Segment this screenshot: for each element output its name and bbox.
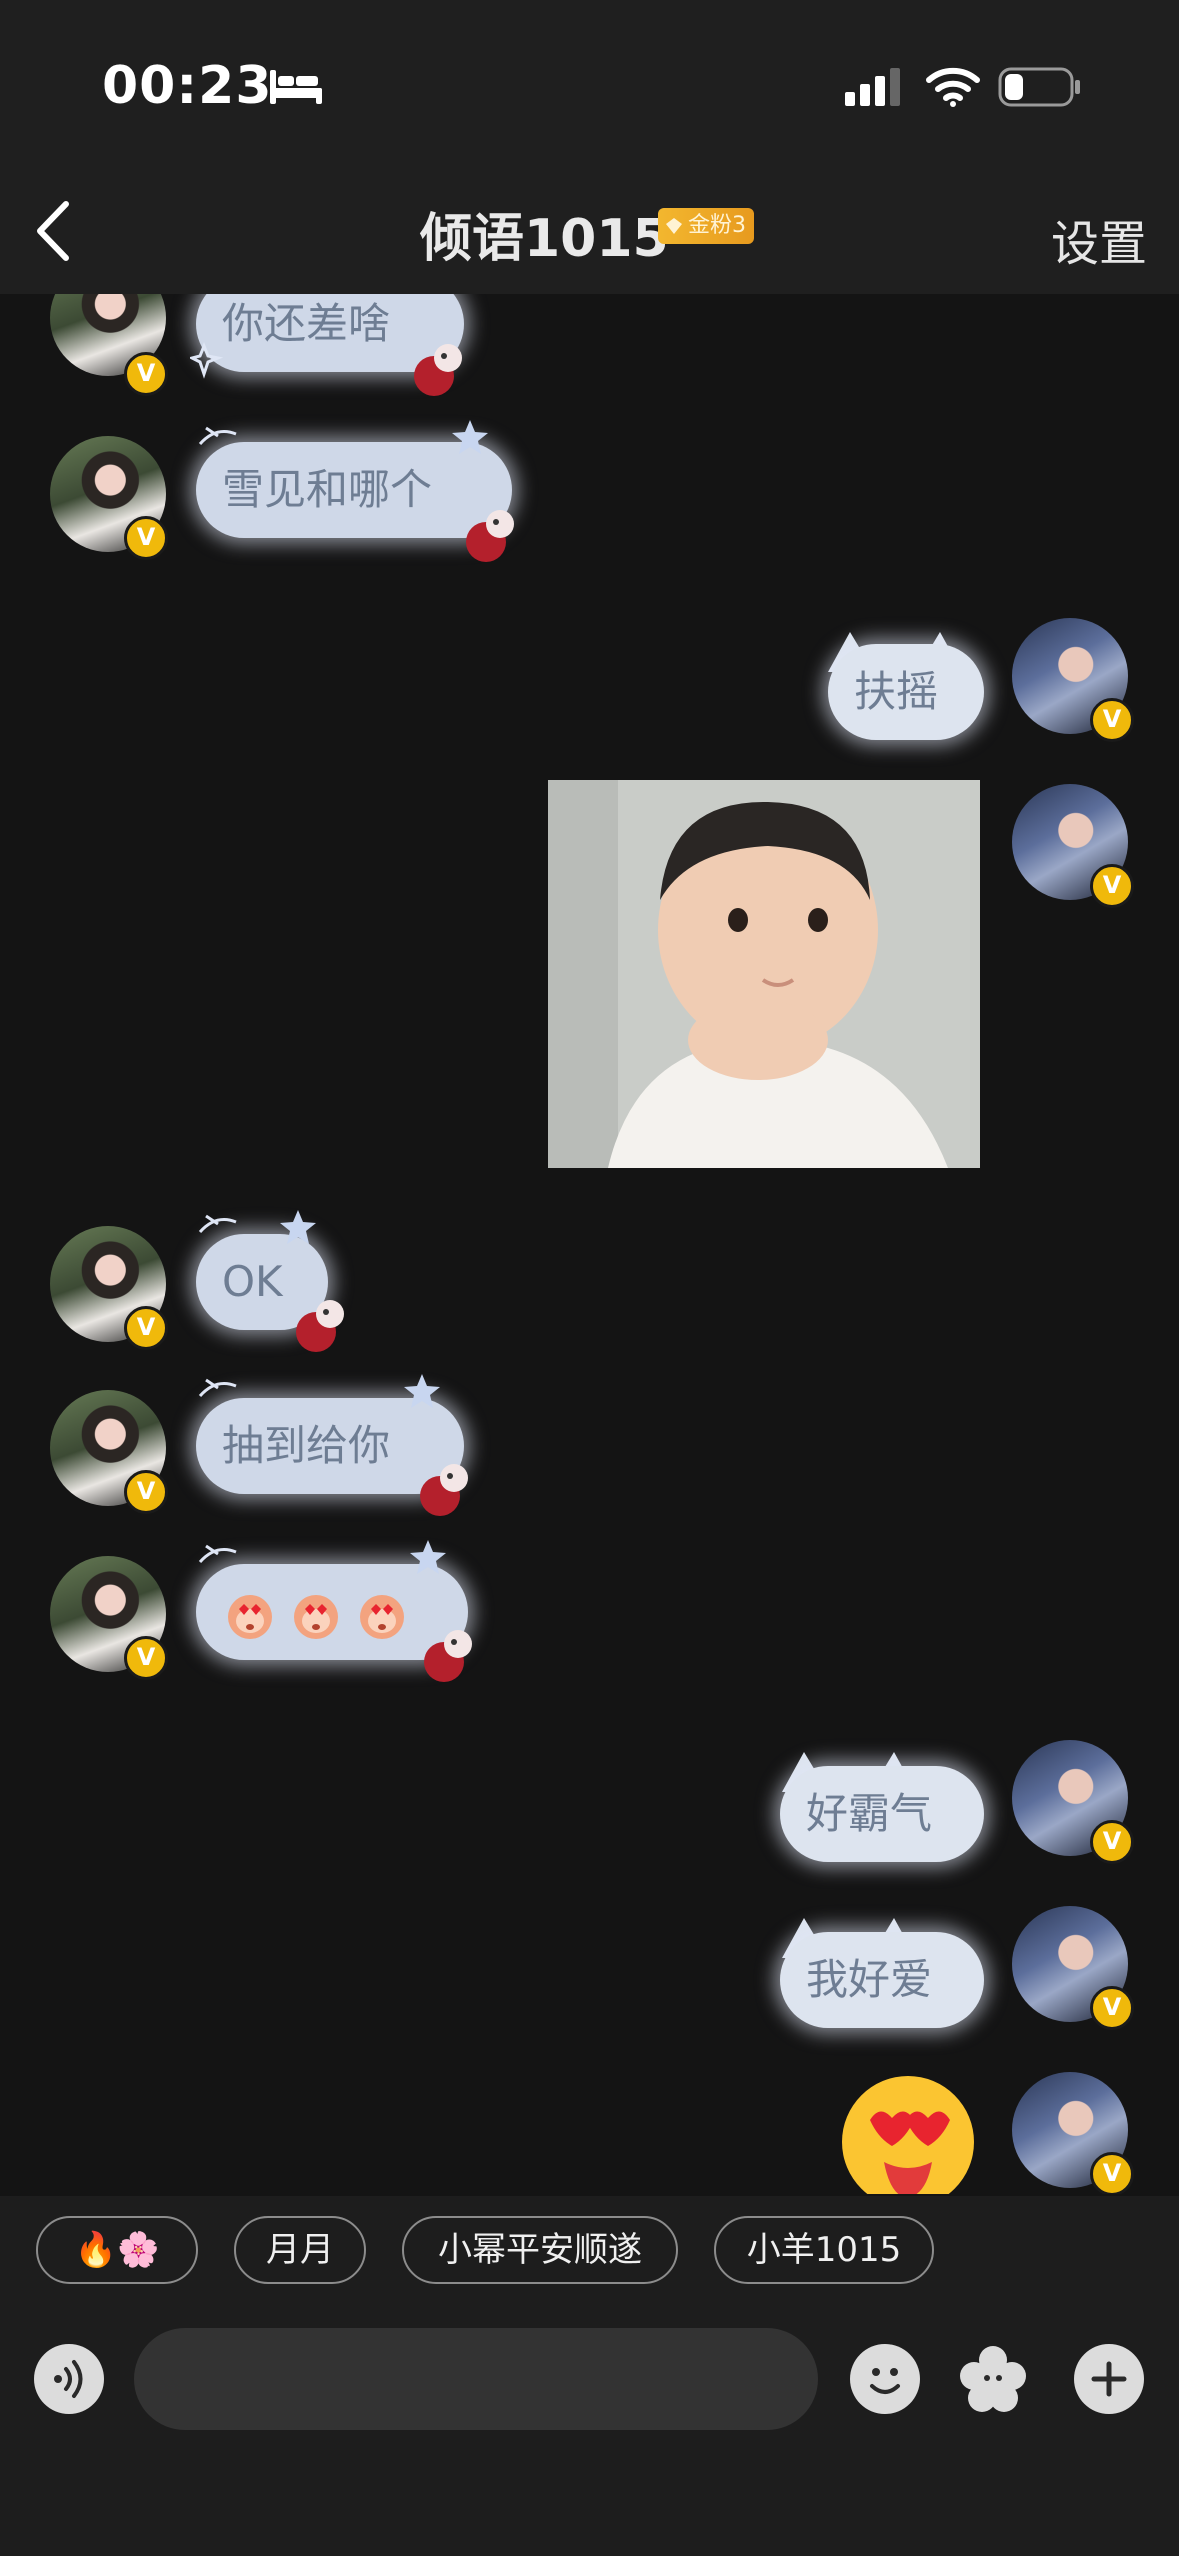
quick-reply-chip[interactable]: 月月 (234, 2216, 366, 2284)
apple-sticker-icon (296, 1300, 344, 1352)
quick-reply-chip[interactable]: 小羊1015 (714, 2216, 934, 2284)
verified-v-badge: V (1090, 864, 1134, 908)
heart-eyes-monkey-icon (228, 1594, 272, 1639)
message-text-input[interactable] (134, 2328, 818, 2430)
baby-photo-message[interactable] (548, 780, 980, 1168)
star-decoration-icon (410, 1540, 446, 1574)
smiley-face-icon (870, 2368, 900, 2394)
voice-input-button[interactable] (34, 2344, 104, 2414)
chat-title: 倾语1015 (420, 209, 669, 269)
sparkle-icon (190, 342, 224, 379)
apple-sticker-icon (414, 344, 462, 396)
back-chevron-icon[interactable] (26, 194, 82, 268)
emoji-button[interactable] (850, 2344, 920, 2414)
heart-eyes-monkey-icon (360, 1594, 404, 1639)
verified-v-badge: V (1090, 1820, 1134, 1864)
star-decoration-icon (404, 1374, 440, 1408)
status-bar: 00:23 (0, 0, 1179, 170)
navigation-bar: 倾语1015 金粉3 设置 (0, 170, 1179, 294)
sleep-bed-icon (270, 70, 322, 104)
battery-icon (998, 67, 1080, 107)
verified-v-badge: V (124, 352, 168, 396)
quick-reply-chip[interactable]: 小幂平安顺遂 (402, 2216, 678, 2284)
fan-level-text: 金粉3 (688, 213, 746, 238)
baby-photo-image (548, 780, 980, 1168)
settings-button[interactable]: 设置 (1051, 204, 1147, 274)
apple-sticker-icon (424, 1630, 472, 1682)
fan-level-badge: 金粉3 (658, 208, 754, 244)
heart-eyes-tongue-emoji-icon[interactable] (840, 2074, 976, 2194)
gem-icon (666, 218, 682, 234)
message-bubble-right[interactable]: 扶摇 (828, 644, 984, 740)
verified-v-badge: V (124, 516, 168, 560)
quick-reply-bar: 🔥🌸 月月 小幂平安顺遂 小羊1015 (0, 2196, 1179, 2306)
star-decoration-icon (280, 1210, 316, 1244)
star-decoration-icon (452, 420, 488, 454)
plus-icon (1091, 2361, 1127, 2397)
verified-v-badge: V (1090, 2152, 1134, 2194)
verified-v-badge: V (124, 1636, 168, 1680)
wifi-icon (926, 67, 980, 107)
chat-message-list[interactable]: V 你还差啥 V 雪见和哪个 V 扶摇 V V OK V 抽到给你 V V 好霸… (0, 294, 1179, 2194)
apple-sticker-icon (466, 510, 514, 562)
cellular-signal-icon (845, 68, 900, 106)
message-bubble-right[interactable]: 好霸气 (780, 1766, 984, 1862)
voice-wave-icon (54, 2360, 83, 2398)
quick-reply-chip[interactable]: 🔥🌸 (36, 2216, 198, 2284)
verified-v-badge: V (124, 1470, 168, 1514)
verified-v-badge: V (1090, 1986, 1134, 2030)
flower-sticker-icon (960, 2346, 1026, 2412)
heart-eyes-monkey-icon (294, 1594, 338, 1639)
sticker-button[interactable] (958, 2344, 1028, 2414)
message-bubble-right[interactable]: 我好爱 (780, 1932, 984, 2028)
more-plus-button[interactable] (1074, 2344, 1144, 2414)
message-input-bar (0, 2306, 1179, 2556)
verified-v-badge: V (124, 1306, 168, 1350)
verified-v-badge: V (1090, 698, 1134, 742)
status-time: 00:23 (102, 56, 273, 116)
apple-sticker-icon (420, 1464, 468, 1516)
